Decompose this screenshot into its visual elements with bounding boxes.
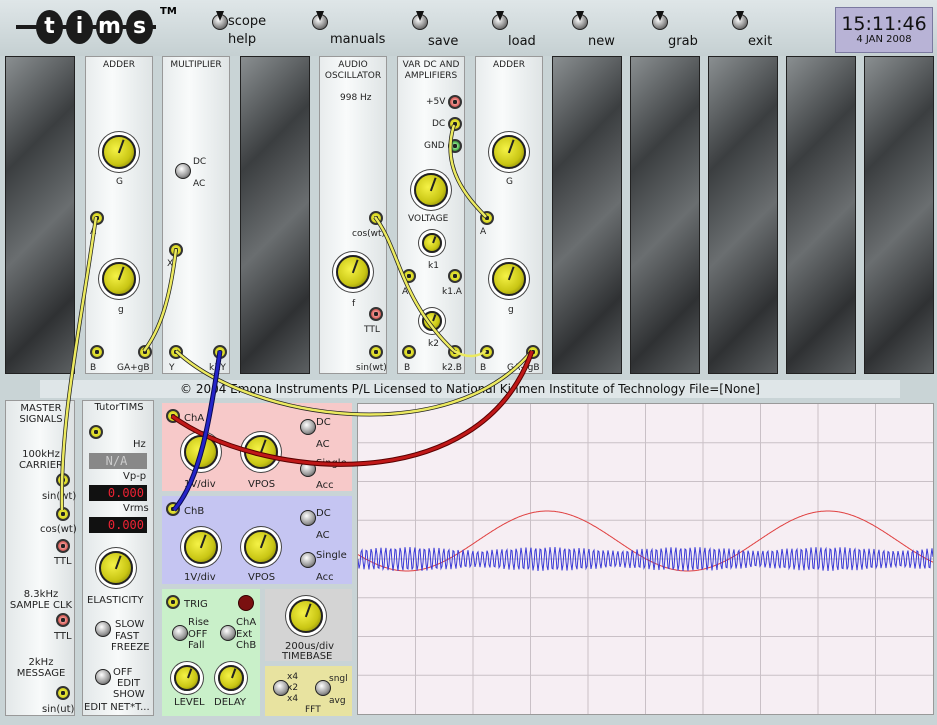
toggle-switch-icon xyxy=(492,11,508,30)
trig-source-switch[interactable] xyxy=(220,625,236,641)
trigger-panel: TRIG Rise OFF Fall ChA Ext ChB LEVEL DEL… xyxy=(162,589,260,716)
carrier-sin-socket[interactable] xyxy=(56,473,70,487)
input-Y-socket[interactable] xyxy=(169,345,183,359)
load-button[interactable]: load xyxy=(490,10,570,52)
input-X-socket[interactable] xyxy=(169,243,183,257)
timebase-panel: 200us/div TIMEBASE xyxy=(265,589,352,662)
scope-help-button[interactable]: scope help xyxy=(210,10,290,52)
channel-b-panel: ChB 1V/div VPOS DC AC Single Acc xyxy=(162,496,352,584)
input-A-socket[interactable] xyxy=(402,269,416,283)
frequency-knob[interactable] xyxy=(336,255,370,289)
manuals-button[interactable]: manuals xyxy=(310,10,390,52)
cos-output-socket[interactable] xyxy=(369,211,383,225)
output-socket[interactable] xyxy=(526,345,540,359)
cha-vpos-knob[interactable] xyxy=(244,435,278,469)
toggle-switch-icon xyxy=(312,11,328,30)
save-button[interactable]: save xyxy=(410,10,490,52)
license-banner: © 2004 Emona Instruments P/L Licensed to… xyxy=(40,380,900,398)
toggle-switch-icon xyxy=(412,11,428,30)
carrier-ttl-socket[interactable] xyxy=(56,539,70,553)
empty-slot[interactable] xyxy=(552,56,622,374)
carrier-cos-socket[interactable] xyxy=(56,507,70,521)
output-kxy-socket[interactable] xyxy=(213,345,227,359)
chb-vdiv-knob[interactable] xyxy=(184,530,218,564)
gain-g-knob[interactable] xyxy=(492,262,526,296)
gain-G-knob[interactable] xyxy=(102,135,136,169)
k2-knob[interactable] xyxy=(422,311,442,331)
chb-input-socket[interactable] xyxy=(166,502,180,516)
clock: 15:11:46 4 JAN 2008 xyxy=(835,7,933,53)
toolbar: t i m s TM scope help manuals save load … xyxy=(0,0,937,56)
fft-panel: x4 x2 x4 sngl avg FFT xyxy=(265,666,352,716)
cha-input-socket[interactable] xyxy=(166,409,180,423)
vrms-readout: 0.000 xyxy=(89,517,147,533)
cha-vdiv-knob[interactable] xyxy=(184,435,218,469)
cha-coupling-switch[interactable] xyxy=(300,419,316,435)
channel-a-panel: ChA 1V/div VPOS DC AC Single Acc xyxy=(162,403,352,491)
master-signals-module: MASTER SIGNALS 100kHz CARRIER sin(wt) co… xyxy=(5,400,77,716)
chb-single-switch[interactable] xyxy=(300,552,316,568)
level-knob[interactable] xyxy=(174,665,200,691)
ttl-output-socket[interactable] xyxy=(369,307,383,321)
message-sin-socket[interactable] xyxy=(56,686,70,700)
vpp-readout: 0.000 xyxy=(89,485,147,501)
grab-button[interactable]: grab xyxy=(650,10,730,52)
slope-switch[interactable] xyxy=(172,625,188,641)
tims-logo: t i m s TM xyxy=(14,6,177,48)
input-B-socket[interactable] xyxy=(90,345,104,359)
clock-date: 4 JAN 2008 xyxy=(856,34,912,45)
exit-button[interactable]: exit xyxy=(730,10,810,52)
input-B-socket[interactable] xyxy=(402,345,416,359)
clock-time: 15:11:46 xyxy=(841,13,927,35)
meter-input-socket[interactable] xyxy=(89,425,103,439)
output-socket[interactable] xyxy=(138,345,152,359)
chb-vpos-knob[interactable] xyxy=(244,530,278,564)
trig-input-socket[interactable] xyxy=(166,595,180,609)
input-A-socket[interactable] xyxy=(480,211,494,225)
adder-module: ADDER G A g B GA+gB xyxy=(85,56,153,374)
k1-knob[interactable] xyxy=(422,233,442,253)
elasticity-knob[interactable] xyxy=(99,551,133,585)
toggle-switch-icon xyxy=(572,11,588,30)
new-button[interactable]: new xyxy=(570,10,650,52)
empty-slot[interactable] xyxy=(240,56,310,374)
sample-ttl-socket[interactable] xyxy=(56,613,70,627)
empty-slot[interactable] xyxy=(786,56,856,374)
input-A-socket[interactable] xyxy=(90,211,104,225)
sin-output-socket[interactable] xyxy=(369,345,383,359)
edit-switch[interactable] xyxy=(95,669,111,685)
gnd-socket[interactable] xyxy=(448,139,462,153)
adder-module: ADDER G A g B GA+gB xyxy=(475,56,543,374)
voltage-knob[interactable] xyxy=(414,173,448,207)
k1a-output-socket[interactable] xyxy=(448,269,462,283)
empty-slot[interactable] xyxy=(708,56,778,374)
toggle-switch-icon xyxy=(732,11,748,30)
speed-switch[interactable] xyxy=(95,621,111,637)
multiplier-module: MULTIPLIER DC AC X Y kXY xyxy=(162,56,230,374)
empty-slot[interactable] xyxy=(864,56,934,374)
audio-oscillator-module: AUDIO OSCILLATOR 998 Hz cos(wt) f TTL si… xyxy=(319,56,387,374)
trigger-led-icon xyxy=(238,595,254,611)
dc-ac-switch[interactable] xyxy=(175,163,191,179)
gain-g-knob[interactable] xyxy=(102,262,136,296)
hz-readout: N/A xyxy=(89,453,147,469)
tutortims-panel: TutorTIMS Hz N/A Vp-p 0.000 Vrms 0.000 E… xyxy=(82,400,154,716)
scope-graticule xyxy=(357,404,934,714)
gain-G-knob[interactable] xyxy=(492,135,526,169)
input-B-socket[interactable] xyxy=(480,345,494,359)
toggle-switch-icon xyxy=(652,11,668,30)
cha-single-switch[interactable] xyxy=(300,461,316,477)
chb-coupling-switch[interactable] xyxy=(300,510,316,526)
oscilloscope-screen xyxy=(357,403,934,715)
dc-output-socket[interactable] xyxy=(448,117,462,131)
empty-slot[interactable] xyxy=(5,56,75,374)
empty-slot[interactable] xyxy=(630,56,700,374)
timebase-knob[interactable] xyxy=(289,599,323,633)
delay-knob[interactable] xyxy=(218,665,244,691)
var-dc-amplifiers-module: VAR DC AND AMPLIFIERS +5V DC GND VOLTAGE… xyxy=(397,56,465,374)
k2b-output-socket[interactable] xyxy=(448,345,462,359)
plus5v-socket[interactable] xyxy=(448,95,462,109)
toggle-switch-icon xyxy=(212,11,228,30)
